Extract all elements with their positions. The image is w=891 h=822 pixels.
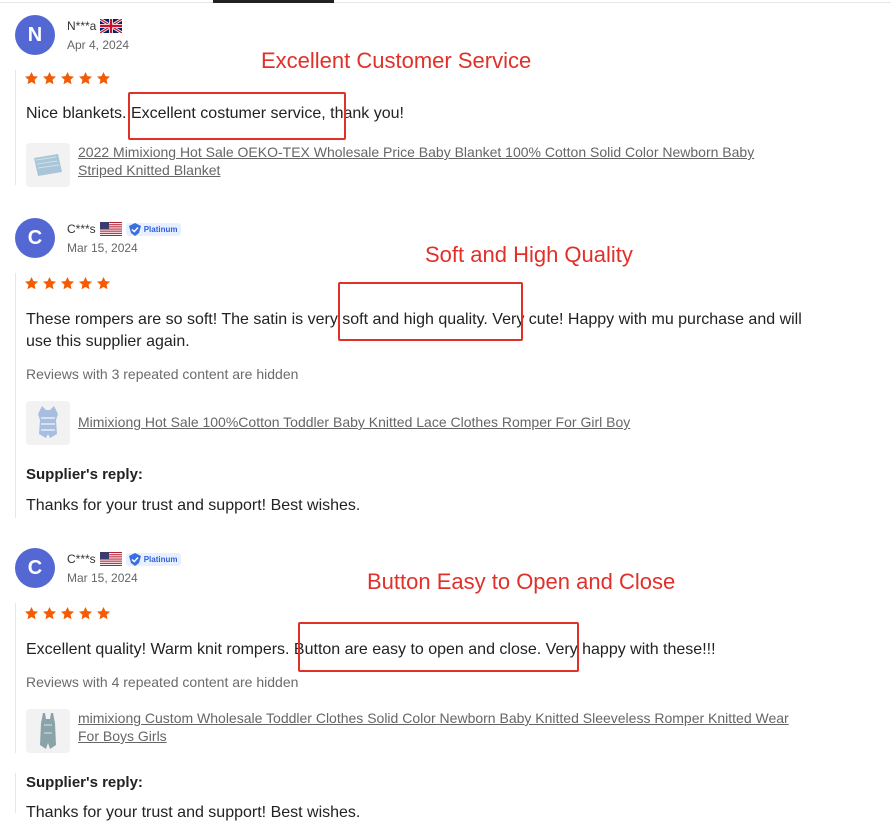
- avatar: C: [15, 218, 55, 258]
- verified-shield-icon: [128, 222, 141, 236]
- star-rating: [24, 71, 111, 86]
- annotation-label: Button Easy to Open and Close: [367, 569, 676, 594]
- product-link[interactable]: 2022 Mimixiong Hot Sale OEKO-TEX Wholesa…: [26, 143, 798, 187]
- hidden-reviews-note: Reviews with 4 repeated content are hidd…: [26, 674, 299, 690]
- annotation-label: Soft and High Quality: [425, 242, 633, 267]
- star-icon: [61, 606, 74, 620]
- avatar: N: [15, 15, 55, 55]
- star-icon: [61, 276, 74, 290]
- avatar: C: [15, 548, 55, 588]
- review-date: Mar 15, 2024: [67, 241, 138, 255]
- supplier-reply-text: Thanks for your trust and support! Best …: [26, 497, 361, 514]
- product-link[interactable]: Mimixiong Hot Sale 100%Cotton Toddler Ba…: [26, 401, 798, 445]
- star-icon: [97, 71, 110, 85]
- product-thumbnail[interactable]: [26, 401, 70, 445]
- verified-shield-icon: [128, 552, 141, 566]
- reviewer-name-text: C***s: [67, 552, 96, 566]
- hidden-reviews-note: Reviews with 3 repeated content are hidd…: [26, 366, 299, 382]
- star-icon: [79, 276, 92, 290]
- product-title-link[interactable]: 2022 Mimixiong Hot Sale OEKO-TEX Wholesa…: [78, 143, 798, 179]
- highlight-box: [298, 622, 579, 672]
- supplier-reply-text: Thanks for your trust and support! Best …: [26, 804, 361, 821]
- reviewer-name: C***s Platinum: [67, 552, 182, 566]
- product-title-link[interactable]: mimixiong Custom Wholesale Toddler Cloth…: [78, 709, 798, 745]
- star-rating: [24, 276, 111, 291]
- platinum-badge: Platinum: [125, 222, 182, 236]
- star-icon: [25, 71, 38, 85]
- annotation-label: Excellent Customer Service: [261, 48, 532, 73]
- star-icon: [61, 71, 74, 85]
- romper-icon: [38, 406, 58, 438]
- product-link[interactable]: mimixiong Custom Wholesale Toddler Cloth…: [26, 709, 798, 753]
- blanket-icon: [34, 154, 62, 176]
- product-thumbnail[interactable]: [26, 709, 70, 753]
- us-flag-icon: [99, 222, 122, 236]
- product-title-link[interactable]: Mimixiong Hot Sale 100%Cotton Toddler Ba…: [78, 401, 798, 431]
- supplier-reply-title: Supplier's reply:: [26, 466, 143, 483]
- star-icon: [79, 71, 92, 85]
- product-thumbnail[interactable]: [26, 143, 70, 187]
- review-date: Mar 15, 2024: [67, 571, 138, 585]
- star-icon: [97, 276, 110, 290]
- star-icon: [25, 606, 38, 620]
- review-divider: [15, 603, 16, 753]
- star-icon: [43, 276, 56, 290]
- reviewer-name: N***a: [67, 19, 123, 33]
- reviewer-name-text: C***s: [67, 222, 96, 236]
- highlight-box: [128, 92, 346, 140]
- romper-icon: [40, 713, 56, 749]
- review-date: Apr 4, 2024: [67, 38, 130, 52]
- reviewer-name: C***s Platinum: [67, 222, 182, 236]
- uk-flag-icon: [100, 19, 123, 33]
- star-icon: [97, 606, 110, 620]
- highlight-box: [338, 282, 523, 341]
- star-icon: [25, 276, 38, 290]
- star-icon: [79, 606, 92, 620]
- star-icon: [43, 606, 56, 620]
- reviewer-name-text: N***a: [67, 19, 97, 33]
- reply-divider: [15, 773, 16, 813]
- review-divider: [15, 70, 16, 185]
- supplier-reply-title: Supplier's reply:: [26, 774, 143, 791]
- star-rating: [24, 606, 111, 621]
- reply-divider: [15, 463, 16, 518]
- platinum-badge: Platinum: [125, 552, 182, 566]
- top-divider: [0, 2, 891, 3]
- us-flag-icon: [99, 552, 122, 566]
- active-tab-indicator: [213, 0, 334, 3]
- star-icon: [43, 71, 56, 85]
